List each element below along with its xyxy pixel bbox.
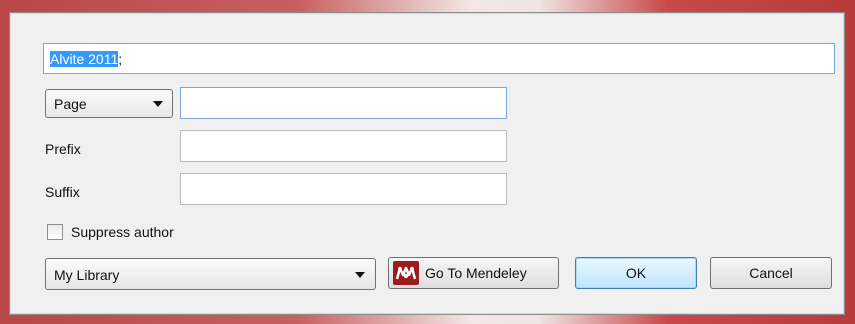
prefix-input[interactable] [180,130,507,162]
library-select-value: My Library [54,267,120,283]
locator-type-value: Page [54,96,87,112]
library-select[interactable]: My Library [45,258,376,290]
citation-text-field[interactable]: Alvite 2011; [43,43,835,74]
suppress-author-option[interactable]: Suppress author [47,223,174,241]
citation-trailing-text: ; [118,51,123,67]
cancel-button[interactable]: Cancel [710,257,832,289]
prefix-label: Prefix [45,141,81,157]
locator-input[interactable] [180,87,507,119]
suppress-author-checkbox[interactable] [47,224,63,240]
go-to-mendeley-label: Go To Mendeley [425,265,527,281]
citation-edit-dialog: Alvite 2011; Page Prefix Suffix Suppress… [9,12,845,315]
mendeley-logo-icon [393,261,419,285]
locator-type-select[interactable]: Page [45,89,173,118]
suppress-author-label[interactable]: Suppress author [71,224,174,240]
cancel-label: Cancel [749,265,793,281]
ok-label: OK [625,265,647,281]
suffix-input[interactable] [180,173,507,205]
go-to-mendeley-button[interactable]: Go To Mendeley [388,257,559,289]
selected-citation-text: Alvite 2011 [50,51,119,67]
chevron-down-icon [355,272,365,278]
ok-button[interactable]: OK [575,257,697,289]
suffix-label: Suffix [45,184,80,200]
chevron-down-icon [153,101,163,107]
